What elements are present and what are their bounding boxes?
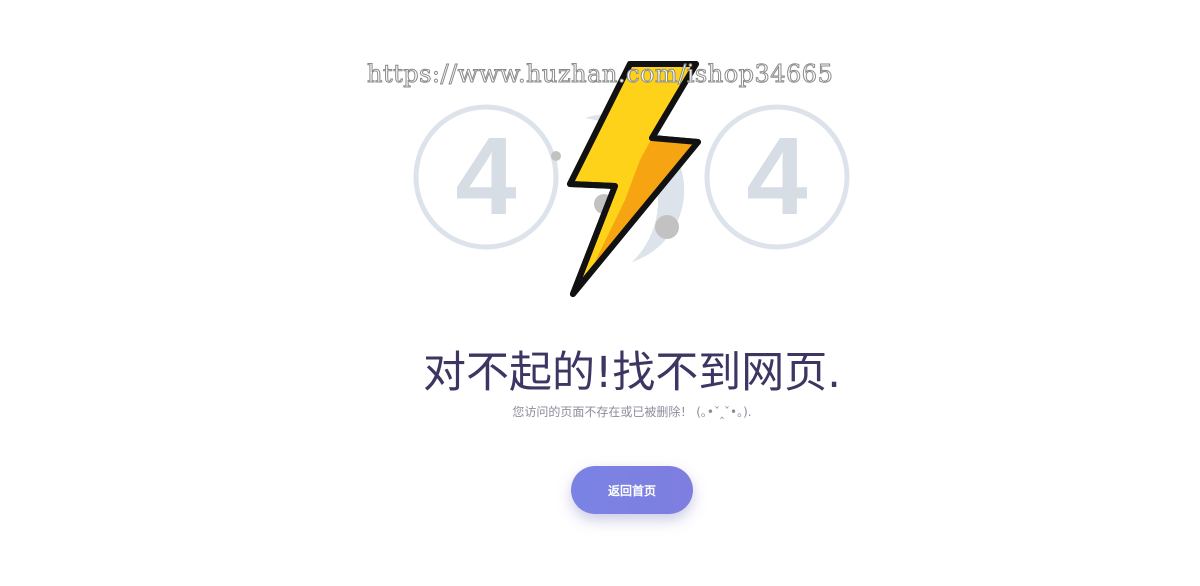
digit-right: 4 [746, 115, 807, 238]
digit-circle-right: 4 [704, 104, 850, 250]
digit-circle-left: 4 [413, 104, 559, 250]
back-home-button[interactable]: 返回首页 [571, 466, 693, 514]
digit-left: 4 [455, 115, 516, 238]
error-404-illustration: 4 4 [413, 61, 850, 297]
error-title: 对不起的!找不到网页. [423, 348, 841, 398]
error-page: 4 4 https://www.huzhan.com/ishop34665 对不… [0, 0, 1200, 586]
watermark-url: https://www.huzhan.com/ishop34665 [367, 60, 834, 89]
error-subtitle: 您访问的页面不存在或已被删除！ (｡•ˇ‸ˇ•｡). [512, 405, 752, 419]
